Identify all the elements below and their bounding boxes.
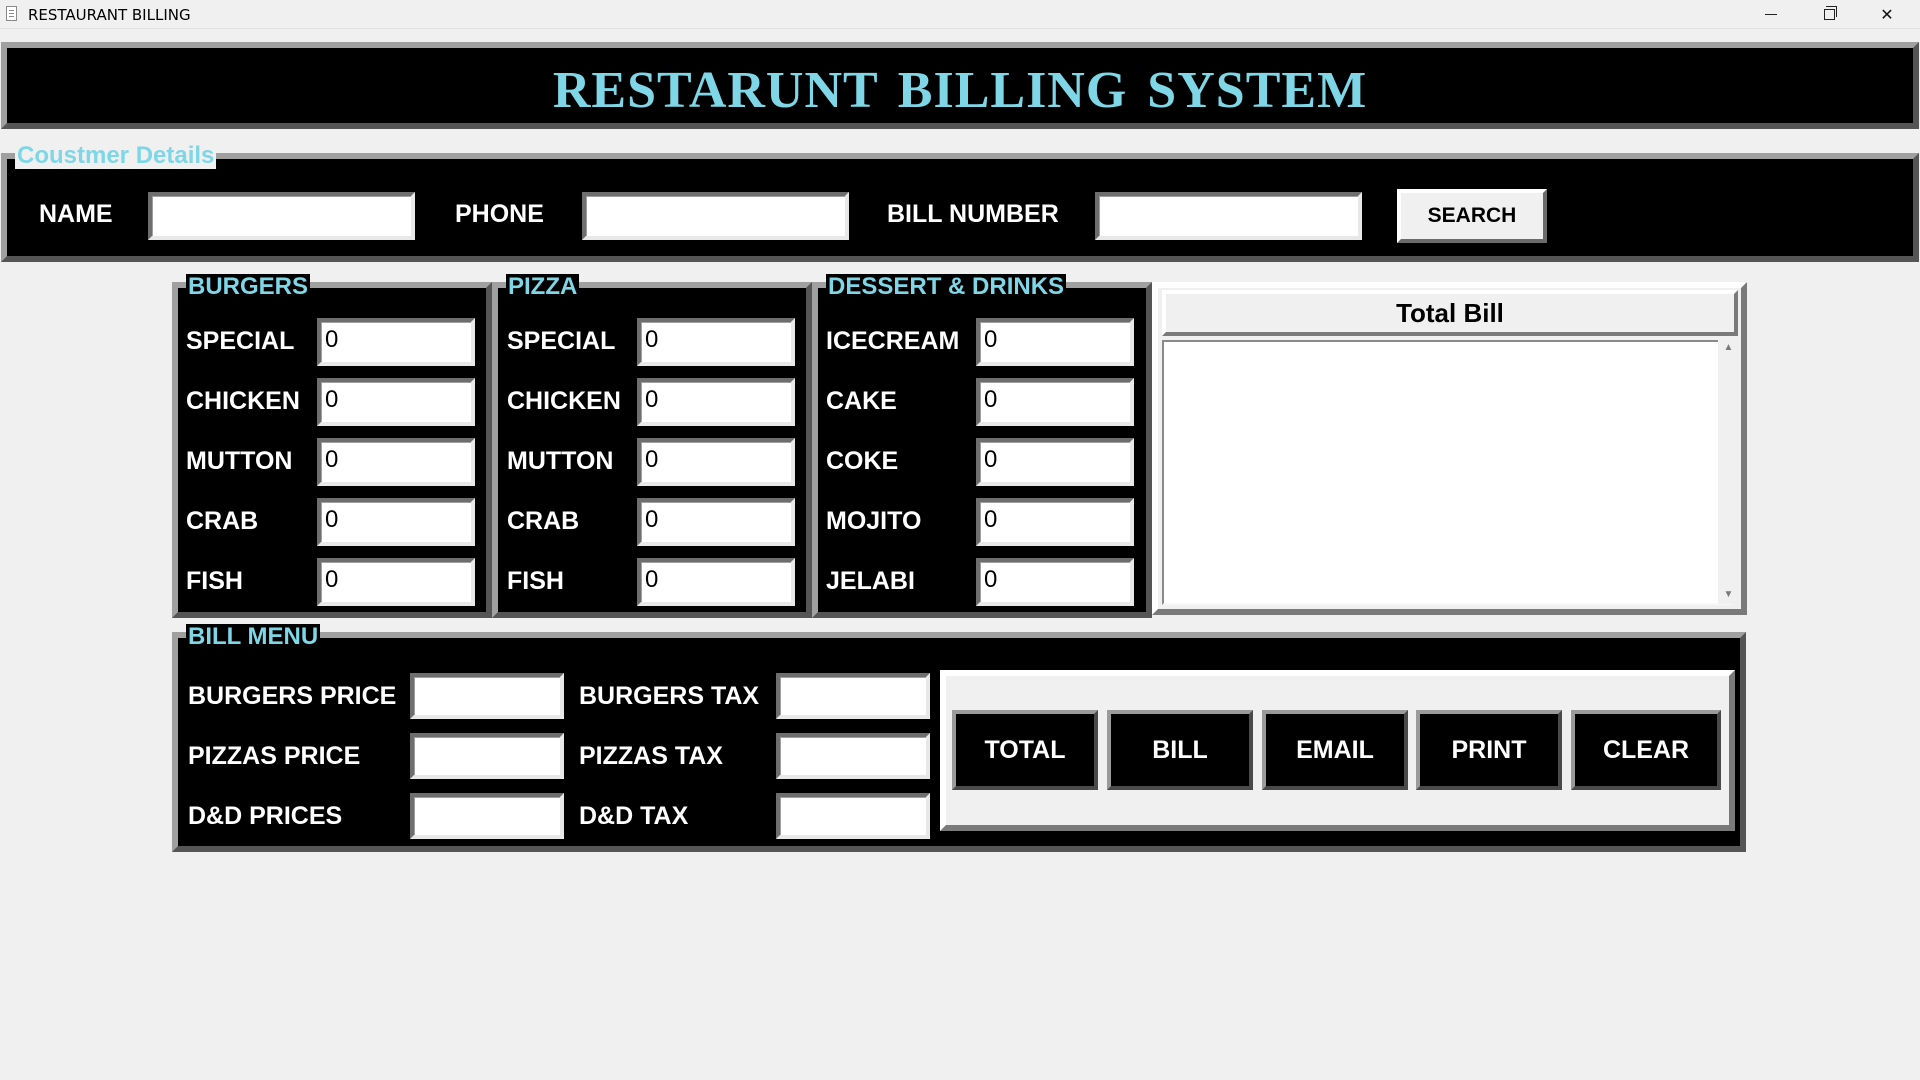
bill-menu-legend: BILL MENU [186,623,321,650]
app-header: RESTARUNT BILLING SYSTEM [1,42,1919,129]
window-title: RESTAURANT BILLING [28,6,191,24]
scroll-up-icon[interactable]: ▲ [1723,342,1734,353]
bill-scrollbar[interactable]: ▲ ▼ [1718,339,1739,604]
pizza-crab-label: CRAB [507,507,580,535]
pizza-legend: PIZZA [506,273,580,300]
pizzas-tax-label: PIZZAS TAX [579,742,723,770]
burgers-tax-label: BURGERS TAX [579,682,760,710]
total-bill-textarea[interactable] [1162,340,1732,605]
phone-label: PHONE [455,200,544,228]
burger-fish-input[interactable]: 0 [317,558,475,606]
cake-input[interactable]: 0 [976,378,1134,426]
print-button[interactable]: PRINT [1416,710,1562,790]
close-button[interactable]: ✕ [1858,0,1916,29]
dd-tax-input[interactable] [776,793,930,839]
pizza-fish-input[interactable]: 0 [637,558,795,606]
bill-number-label: BILL NUMBER [887,200,1059,228]
scroll-down-icon[interactable]: ▼ [1723,589,1734,600]
coke-label: COKE [826,447,899,475]
clear-button[interactable]: CLEAR [1571,710,1721,790]
customer-details-frame: Coustmer Details NAME PHONE BILL NUMBER … [1,143,1919,262]
total-bill-heading: Total Bill [1162,290,1738,336]
dd-prices-label: D&D PRICES [188,802,343,830]
burgers-tax-input[interactable] [776,673,930,719]
pizzas-tax-input[interactable] [776,733,930,779]
name-label: NAME [39,200,113,228]
icecream-input[interactable]: 0 [976,318,1134,366]
phone-input[interactable] [582,192,849,240]
burger-mutton-label: MUTTON [186,447,293,475]
dd-prices-input[interactable] [410,793,564,839]
minimize-button[interactable] [1742,0,1800,29]
burger-mutton-input[interactable]: 0 [317,438,475,486]
icecream-label: ICECREAM [826,327,960,355]
burger-chicken-input[interactable]: 0 [317,378,475,426]
dd-tax-label: D&D TAX [579,802,689,830]
burgers-legend: BURGERS [186,273,311,300]
burgers-frame: BURGERS SPECIAL 0 CHICKEN 0 MUTTON 0 CRA… [172,274,492,618]
pizza-chicken-input[interactable]: 0 [637,378,795,426]
window-titlebar: RESTAURANT BILLING ✕ [0,0,1920,29]
pizza-special-input[interactable]: 0 [637,318,795,366]
restore-icon [1823,6,1837,20]
burger-crab-label: CRAB [186,507,259,535]
page-title: RESTARUNT BILLING SYSTEM [552,62,1368,119]
burger-chicken-label: CHICKEN [186,387,300,415]
burgers-price-label: BURGERS PRICE [188,682,397,710]
total-bill-panel: Total Bill [1152,282,1747,615]
pizza-chicken-label: CHICKEN [507,387,621,415]
pizza-mutton-label: MUTTON [507,447,614,475]
burger-fish-label: FISH [186,567,243,595]
total-button[interactable]: TOTAL [952,710,1098,790]
minimize-icon [1765,14,1777,15]
cake-label: CAKE [826,387,897,415]
maximize-button[interactable] [1800,0,1858,29]
pizzas-price-label: PIZZAS PRICE [188,742,361,770]
pizza-frame: PIZZA SPECIAL 0 CHICKEN 0 MUTTON 0 CRAB … [492,274,812,618]
bill-number-input[interactable] [1095,192,1362,240]
dessert-drinks-frame: DESSERT & DRINKS ICECREAM 0 CAKE 0 COKE … [812,274,1152,618]
bill-button[interactable]: BILL [1107,710,1253,790]
burger-special-label: SPECIAL [186,327,295,355]
customer-details-legend: Coustmer Details [15,142,217,169]
pizzas-price-input[interactable] [410,733,564,779]
coke-input[interactable]: 0 [976,438,1134,486]
jelabi-label: JELABI [826,567,915,595]
dessert-drinks-legend: DESSERT & DRINKS [826,273,1067,300]
burger-special-input[interactable]: 0 [317,318,475,366]
app-document-icon [6,6,17,21]
jelabi-input[interactable]: 0 [976,558,1134,606]
name-input[interactable] [148,192,415,240]
email-button[interactable]: EMAIL [1262,710,1408,790]
mojito-label: MOJITO [826,507,922,535]
pizza-mutton-input[interactable]: 0 [637,438,795,486]
burger-crab-input[interactable]: 0 [317,498,475,546]
search-button[interactable]: SEARCH [1397,189,1547,243]
pizza-special-label: SPECIAL [507,327,616,355]
close-icon: ✕ [1880,6,1894,24]
burgers-price-input[interactable] [410,673,564,719]
action-buttons-panel: TOTAL BILL EMAIL PRINT CLEAR [940,670,1735,831]
pizza-crab-input[interactable]: 0 [637,498,795,546]
pizza-fish-label: FISH [507,567,564,595]
mojito-input[interactable]: 0 [976,498,1134,546]
